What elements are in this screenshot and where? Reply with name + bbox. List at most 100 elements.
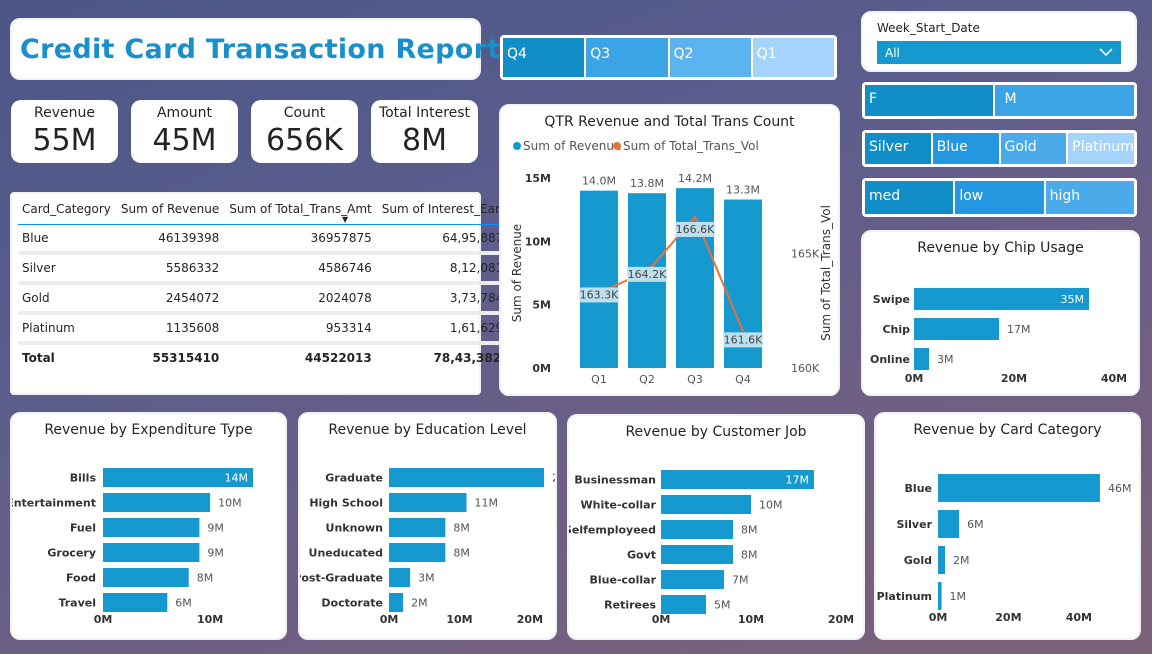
category-label: Gold [904, 554, 932, 567]
kpi-label: Count [283, 105, 326, 121]
slicer-option-platinum[interactable]: Platinum [1068, 133, 1134, 164]
kpi-value: 55M [32, 123, 97, 158]
dropdown-label: Week_Start_Date [877, 21, 980, 35]
data-label: 8M [453, 522, 470, 535]
qtr-revenue-chart-card: QTR Revenue and Total Trans Count Sum of… [499, 104, 840, 396]
kpi-value: 656K [266, 123, 343, 158]
slicer-option-low[interactable]: low [955, 181, 1044, 214]
table-cell: 2024078 [225, 283, 378, 315]
bar [103, 493, 211, 512]
expenditure-type-chart-card: Revenue by Expenditure Type Bills 14M Ente… [10, 412, 287, 640]
kpi-card-amount: Amount 45M [131, 100, 238, 163]
bar [914, 318, 999, 340]
bar [661, 495, 751, 514]
bar [676, 188, 714, 368]
card-category-chart: Blue 46M Silver 6M Gold 2M Platinum 1M0M 20M 40M [877, 474, 1132, 624]
data-label: 35M [1061, 293, 1085, 306]
x-tick-label: Q2 [639, 373, 655, 386]
x-tick-label: 20M [517, 613, 543, 626]
data-label: 8M [741, 524, 758, 537]
data-label: 14.0M [582, 175, 616, 188]
table-cell: 4586746 [225, 253, 378, 285]
data-label: 8M [197, 572, 214, 585]
bar [661, 595, 706, 614]
slicer-option-blue[interactable]: Blue [932, 133, 999, 164]
bar [389, 543, 446, 562]
data-label: 10M [218, 497, 242, 510]
slicer-option-q4[interactable]: Q4 [503, 38, 585, 77]
category-label: Entertainment [12, 497, 96, 510]
card-category-chart-card: Revenue by Card Category Blue 46M Silver 6M… [874, 412, 1141, 640]
category-label: Blue [905, 482, 932, 495]
data-label: 166.6K [676, 223, 715, 236]
dropdown-value: All [885, 45, 900, 60]
table-total-row: Total 55315410 44522013 78,43,382.23 [18, 342, 529, 371]
slicer-option-high[interactable]: high [1045, 181, 1134, 214]
data-label: 11M [475, 497, 499, 510]
category-label: Chip [882, 323, 910, 336]
slicer-option-f[interactable]: F [865, 85, 993, 116]
x-tick-label: 10M [738, 613, 764, 626]
y-tick-label: 0M [532, 362, 551, 375]
category-label: Businessman [574, 474, 656, 487]
slicer-option-m[interactable]: M [994, 85, 1134, 116]
y-tick-label: 15M [525, 172, 551, 185]
expenditure-type-chart: Bills 14M Entertainment 10M Fuel 9M Grocery 9M F… [12, 468, 253, 626]
column-header[interactable]: Sum of Revenue [116, 194, 226, 225]
week-start-date-slicer: Week_Start_Date All [861, 11, 1137, 72]
bar [389, 568, 411, 587]
customer-job-chart-card: Revenue by Customer Job Businessman 17M Wh… [567, 414, 865, 640]
data-label: 2M [953, 554, 970, 567]
kpi-label: Amount [156, 105, 212, 121]
table-cell: 1135608 [116, 313, 226, 345]
week-dropdown[interactable]: All [877, 41, 1121, 64]
x-tick-label: 20M [1001, 372, 1027, 385]
column-header[interactable]: Sum of Total_Trans_Amt [225, 194, 378, 225]
x-tick-label: 40M [1066, 611, 1092, 624]
slicer-option-gold[interactable]: Gold [1000, 133, 1067, 164]
legend-label: Sum of Revenue [523, 139, 621, 153]
category-label: White-collar [581, 499, 657, 512]
bar [661, 570, 724, 589]
bar [661, 520, 733, 539]
data-label: 46M [1108, 482, 1132, 495]
y-axis-title: Sum of Revenue [510, 224, 524, 322]
table-cell: 5586332 [116, 253, 226, 285]
bar [103, 543, 200, 562]
data-label: 7M [732, 574, 749, 587]
kpi-card-total-interest: Total Interest 8M [371, 100, 478, 163]
slicer-option-q2[interactable]: Q2 [669, 38, 751, 77]
slicer-option-q1[interactable]: Q1 [752, 38, 834, 77]
table-cell: 55315410 [116, 342, 226, 371]
chip-usage-chart: Swipe 35M Chip 17M Online 3M 0M 20M 40M [870, 288, 1127, 385]
chevron-down-icon [1099, 48, 1113, 57]
category-label: Travel [58, 597, 96, 610]
table-cell: Total [18, 342, 117, 371]
x-tick-label: 0M [652, 613, 671, 626]
slicer-option-q3[interactable]: Q3 [586, 38, 668, 77]
bar [389, 468, 544, 487]
matrix-header-row: Card_Category Sum of Revenue Sum of Tota… [18, 194, 529, 225]
data-label: 3M [937, 353, 954, 366]
slicer-option-med[interactable]: med [865, 181, 954, 214]
legend-marker [613, 142, 621, 150]
y2-axis-title: Sum of Total_Trans_Vol [819, 205, 833, 341]
category-label: Silver [896, 518, 932, 531]
category-label: Swipe [873, 293, 910, 306]
slicer-option-silver[interactable]: Silver [865, 133, 931, 164]
category-label: High School [309, 497, 383, 510]
column-header[interactable]: Card_Category [18, 194, 117, 225]
table-row: Gold 2454072 2024078 3,73,784.16 [18, 283, 529, 315]
y2-tick-label: 160K [791, 362, 820, 375]
category-label: Fuel [70, 522, 96, 535]
data-label: 3M [418, 572, 435, 585]
qtr-revenue-chart: Sum of Revenue Sum of Total_Trans_Vol0M5M… [510, 139, 833, 386]
education-level-chart-card: Revenue by Education Level Graduate22MHi… [298, 412, 557, 640]
customer-job-chart: Businessman 17M White-collar 10M Selfemploye… [569, 470, 854, 626]
data-label: 9M [207, 547, 224, 560]
bar [103, 593, 168, 612]
x-tick-label: 0M [380, 613, 399, 626]
x-tick-label: 10M [446, 613, 472, 626]
data-label: 9M [207, 522, 224, 535]
sort-descending-icon[interactable]: ▼ [342, 215, 348, 224]
